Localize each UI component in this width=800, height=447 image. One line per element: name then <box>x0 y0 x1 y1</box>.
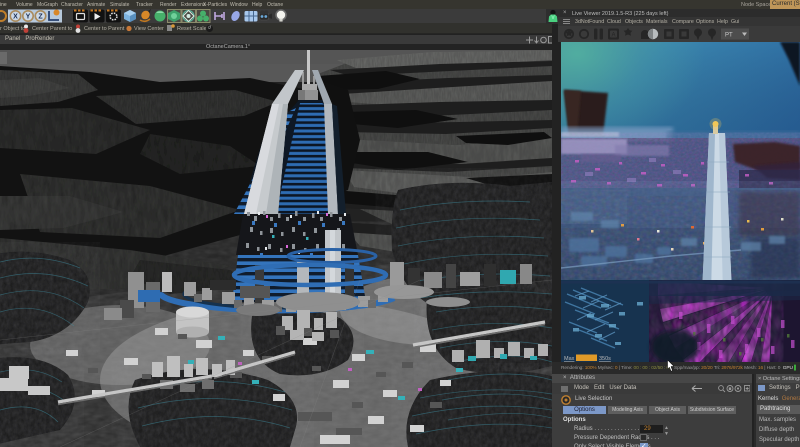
svg-text:Y: Y <box>26 14 31 21</box>
svg-text:A: A <box>612 33 616 39</box>
svg-text:Z: Z <box>38 14 43 21</box>
svg-text:X: X <box>13 14 18 21</box>
svg-text:PT: PT <box>725 33 733 39</box>
